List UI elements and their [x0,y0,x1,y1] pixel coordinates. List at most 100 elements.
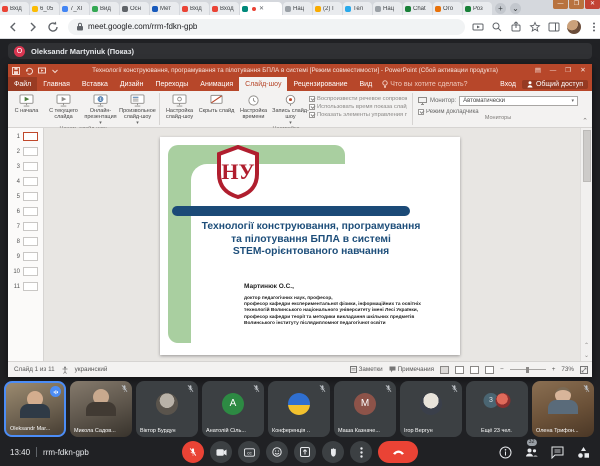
next-slide-icon[interactable]: ⌄ [584,352,589,359]
ppt-close-button[interactable]: ✕ [576,65,590,76]
browser-tab[interactable]: 7_ХІ [60,2,89,15]
use-timings-checkbox[interactable]: Использовать время показа слайдов [309,104,407,110]
browser-tab[interactable]: Вхід [180,2,209,15]
save-icon[interactable] [12,67,20,75]
zoom-in-button[interactable]: + [552,366,556,373]
slide-sorter-view-button[interactable] [455,366,464,374]
previous-slide-icon[interactable]: ⌃ [584,342,589,349]
show-media-controls-checkbox[interactable]: Показать элементы управления проигрывате… [309,112,407,118]
slide-thumbnail[interactable]: 2 [8,147,43,156]
browser-tab[interactable]: Нац [283,2,312,15]
participant-tile[interactable]: Oleksandr Mar... [4,381,66,437]
slideshow-qat-icon[interactable] [38,67,46,75]
slide-thumbnail[interactable]: 10 [8,267,43,276]
browser-tab[interactable]: Вход [210,2,239,15]
end-call-button[interactable] [378,441,418,463]
participant-tile[interactable]: Ігор Вергун [400,381,462,437]
record-slideshow-button[interactable]: Запись слайд-шоу▾ [272,93,309,126]
play-narrations-checkbox[interactable]: Воспроизвести речевое сопровождение [309,96,407,102]
browser-tab[interactable]: (2) І [313,2,342,15]
accessibility-icon[interactable] [61,366,69,374]
comments-toggle[interactable]: Примечания [389,366,434,373]
browser-tab[interactable]: Вхід [0,2,29,15]
notes-toggle[interactable]: Заметки [350,366,383,373]
monitor-select[interactable]: Автоматически▾ [459,96,578,106]
browser-tab[interactable]: 6_05 [30,2,59,15]
slide-thumbnail[interactable]: 3 [8,162,43,171]
browser-tab[interactable]: Нац [373,2,402,15]
participant-tile[interactable]: A Конференція .. Анатолій Сіль... [202,381,264,437]
zoom-level[interactable]: 73% [561,366,574,373]
chrome-menu-icon[interactable] [588,21,600,33]
slide-thumbnail[interactable]: 8 [8,237,43,246]
media-control-icon[interactable] [472,21,484,33]
tab-search-chevron-icon[interactable]: ⌄ [510,3,521,14]
normal-view-button[interactable] [440,366,449,374]
camera-button[interactable] [210,441,232,463]
minimize-button[interactable]: — [553,0,568,9]
ribbon-tab-review[interactable]: Рецензирование [287,77,353,91]
scrollbar-thumb[interactable] [583,130,591,182]
zoom-icon[interactable] [491,21,503,33]
participant-tile[interactable]: Микола Садов... [70,381,132,437]
browser-tab[interactable]: Тел [343,2,372,15]
mic-mute-button[interactable] [182,441,204,463]
qat-customize-icon[interactable] [51,67,59,75]
forward-icon[interactable] [26,20,40,34]
slide-thumbnail[interactable]: 7 [8,222,43,231]
tab-close-icon[interactable]: ✕ [259,5,264,12]
zoom-slider-thumb[interactable] [526,367,529,373]
participant-tile[interactable]: M Маша Казначе... [334,381,396,437]
browser-tab[interactable]: Chat [403,2,432,15]
participants-icon[interactable]: 32 [525,446,538,459]
setup-slideshow-button[interactable]: Настройка слайд-шоу [161,93,198,120]
ribbon-tab-view[interactable]: Вид [354,77,379,91]
tell-me-box[interactable]: Что вы хотите сделать? [382,77,467,91]
ribbon-tab-slideshow[interactable]: Слайд-шоу [239,77,287,91]
ribbon-tab-home[interactable]: Главная [37,77,76,91]
fit-slide-icon[interactable] [580,366,588,374]
captions-button[interactable]: cc [238,441,260,463]
reading-view-button[interactable] [470,366,479,374]
browser-tab[interactable]: Вид [90,2,119,15]
participant-tile[interactable]: Віктор Бурдун [136,381,198,437]
chat-icon[interactable] [551,446,564,459]
browser-tab[interactable]: Осн [120,2,149,15]
vertical-scrollbar[interactable]: ⌃ ⌄ [580,128,592,361]
ribbon-tab-design[interactable]: Дизайн [114,77,150,91]
hide-slide-button[interactable]: Скрыть слайд [198,93,235,114]
browser-tab[interactable]: Мет [150,2,179,15]
slide-thumbnail[interactable]: 5 [8,192,43,201]
participant-tile[interactable]: Олена Трифон... [532,381,594,437]
ribbon-options-icon[interactable]: ▤ [531,65,545,76]
browser-tab[interactable]: Ого [433,2,462,15]
rehearse-timings-button[interactable]: Настройка времени [235,93,272,120]
collapse-ribbon-icon[interactable]: ⌃ [582,117,588,125]
more-options-button[interactable] [350,441,372,463]
raise-hand-button[interactable] [322,441,344,463]
ppt-minimize-button[interactable]: — [546,65,560,76]
custom-slideshow-button[interactable]: Произвольное слайд-шоу▾ [119,93,156,126]
from-beginning-button[interactable]: С начала [8,93,45,114]
slide-thumbnail[interactable]: 6 [8,207,43,216]
ribbon-tab-animations[interactable]: Анимация [194,77,239,91]
ribbon-tab-insert[interactable]: Вставка [76,77,114,91]
participant-tile[interactable]: Конференція .. [268,381,330,437]
close-button[interactable]: ✕ [585,0,600,9]
present-screen-button[interactable] [294,441,316,463]
meeting-details-icon[interactable] [499,446,512,459]
language-indicator[interactable]: украинский [75,366,108,373]
ppt-restore-button[interactable]: ❐ [561,65,575,76]
slide-thumbnail[interactable]: 1 [8,132,43,141]
side-panel-icon[interactable] [548,21,560,33]
browser-tab-active-meet[interactable]: ✕ [240,2,282,15]
ribbon-tab-transitions[interactable]: Переходы [149,77,194,91]
more-participants-tile[interactable]: 3 Ещё 23 чел. [466,381,528,437]
new-tab-button[interactable]: + [495,3,506,14]
ribbon-tab-file[interactable]: Файл [8,77,37,91]
slide-thumbnail[interactable]: 11 [8,282,43,291]
online-presentation-button[interactable]: Онлайн-презентация▾ [82,93,119,126]
reactions-button[interactable] [266,441,288,463]
share-icon[interactable] [510,21,522,33]
maximize-button[interactable]: ❐ [569,0,584,9]
